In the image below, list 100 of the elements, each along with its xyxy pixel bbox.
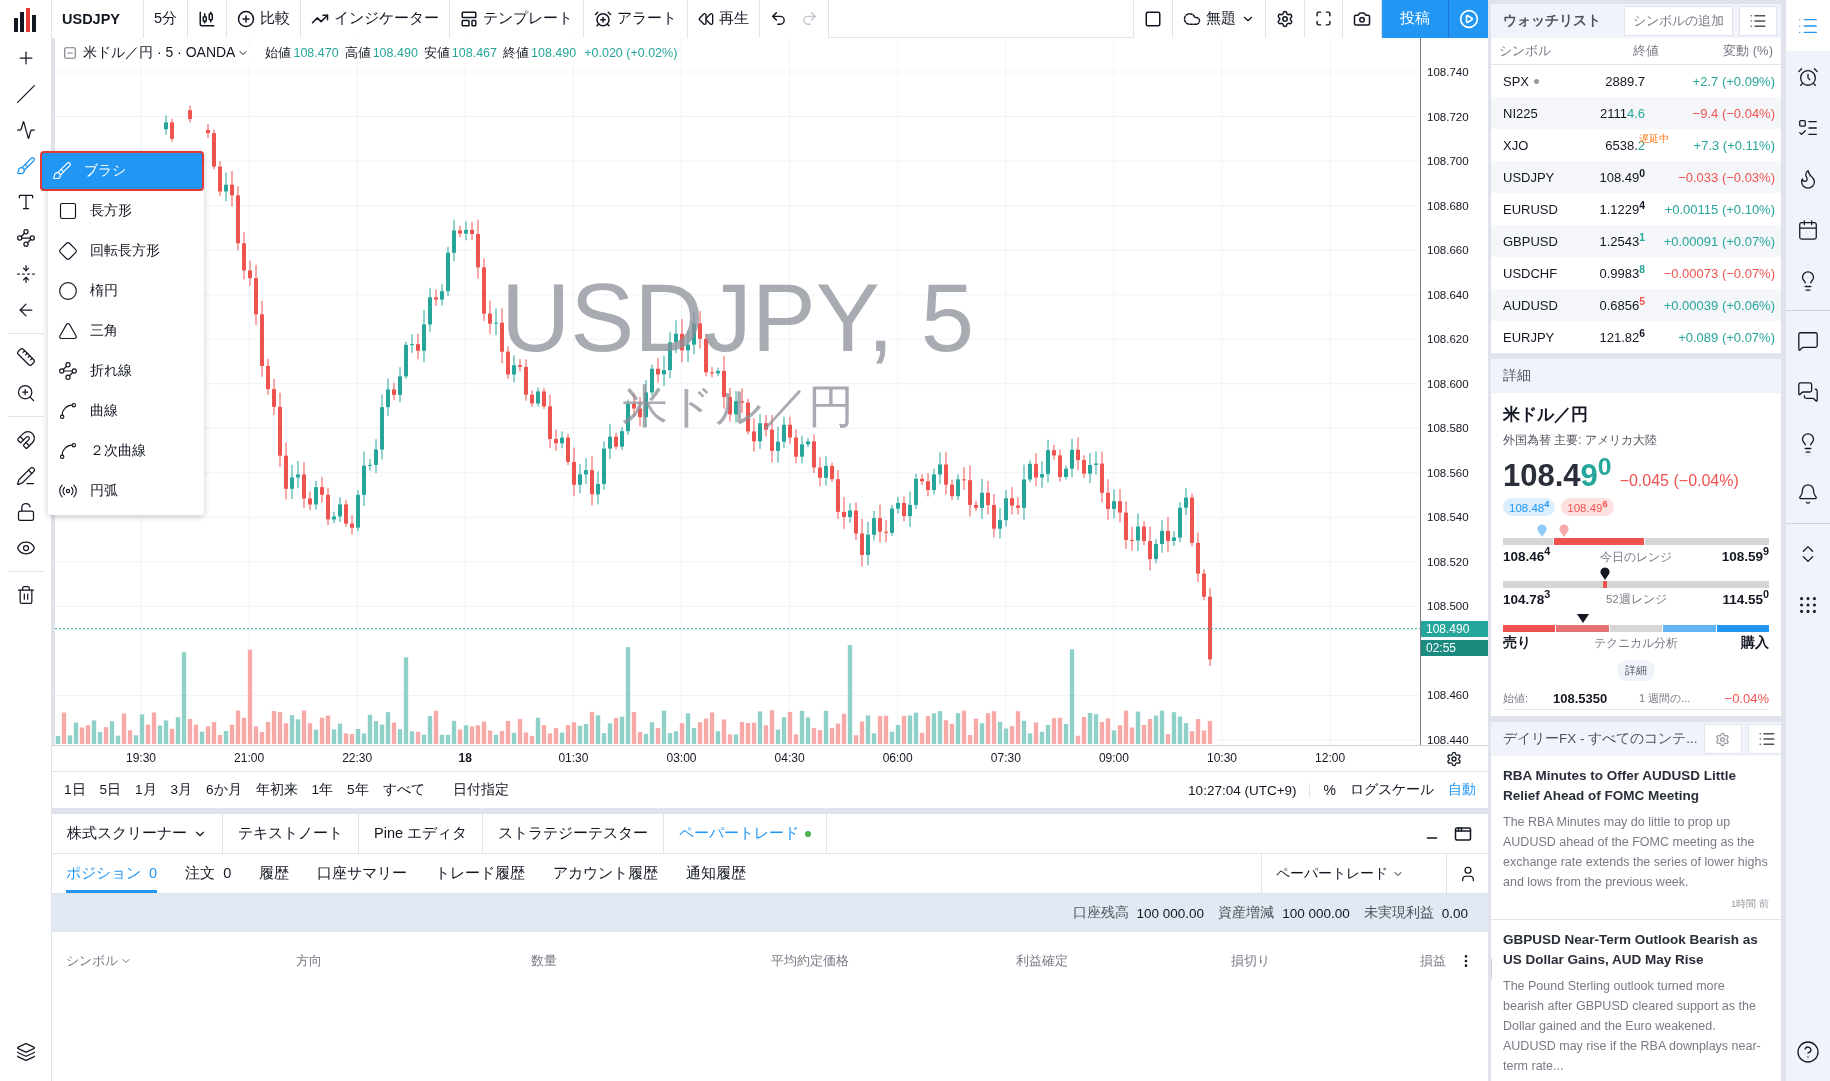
column-header[interactable]: シンボル (66, 952, 296, 970)
menu-item[interactable]: 円弧 (48, 471, 204, 511)
rectangle-icon (58, 201, 78, 221)
legend-change: +0.020 (+0.02%) (584, 46, 678, 60)
candlestick-drawing (164, 105, 210, 143)
time-label: 10:30 (1207, 751, 1237, 765)
range-label: 52週レンジ (1605, 592, 1667, 608)
watchlist-row[interactable]: NI225 21114.6 −9.4 (−0.04%) (1491, 97, 1781, 129)
summary-value: 0.00 (1441, 905, 1468, 921)
stat-change: −0.04% (1724, 691, 1769, 707)
range-button[interactable]: 年初来 (255, 781, 298, 799)
news-headline[interactable]: GBPUSD Near-Term Outlook Bearish as US Dollar Gains, AUD May Rise (1503, 930, 1769, 971)
scale-button[interactable]: % (1323, 782, 1336, 798)
add-symbol-button[interactable]: シンボルの追加 (1624, 6, 1733, 36)
range-button[interactable]: 5年 (347, 781, 369, 799)
sub-tab[interactable]: 通知履歴 (686, 854, 747, 893)
price-label: 108.720 (1427, 110, 1469, 123)
column-header: 数量 (531, 952, 558, 970)
price-label: 108.440 (1427, 734, 1469, 746)
fullscreen-icon[interactable] (1305, 0, 1343, 38)
summary-label: 未実現利益 (1363, 904, 1434, 922)
layout-name-button[interactable]: 無題 (1173, 0, 1266, 38)
candlestick-icon[interactable] (188, 0, 228, 38)
range-button[interactable]: 5日 (99, 781, 122, 799)
range-button[interactable]: 1月 (135, 781, 157, 799)
last-price: 108.49$^{0}$ (1503, 455, 1612, 495)
scale-button[interactable]: ログスケール (1350, 781, 1434, 799)
clock-text: 10:27:04 (UTC+9) (1188, 782, 1310, 798)
sub-tab[interactable]: 履歴 (259, 854, 290, 893)
price-label: 108.600 (1427, 377, 1469, 390)
watchlist-row[interactable]: AUDUSD 0.6856$^{5}$ +0.00039 (+0.06%) (1491, 289, 1781, 321)
date-range-button[interactable]: 日付指定 (452, 781, 509, 799)
range-button[interactable]: 3月 (170, 781, 193, 799)
column-header: 終値 (1632, 42, 1659, 60)
price-label: 108.680 (1427, 199, 1469, 212)
replay-button[interactable]: 再生 (688, 0, 761, 38)
column-header: 平均約定価格 (771, 952, 850, 970)
watchlist-row[interactable]: USDJPY 108.49$^{0}$ −0.033 (−0.03%) (1491, 161, 1781, 193)
symbol-button[interactable]: USDJPY (52, 0, 144, 38)
bid-price: 108.48$^{4}$ (1503, 498, 1556, 517)
menu-item[interactable]: 曲線 (48, 391, 204, 431)
list-icon[interactable] (1747, 724, 1781, 755)
legend-value: 108.490 (531, 46, 577, 60)
price-label: 108.500 (1427, 600, 1469, 613)
square-icon[interactable] (1133, 0, 1173, 38)
news-time: 1時間 前 (1731, 898, 1769, 912)
instrument-category: 外国為替 主要: アメリカ大陸 (1503, 432, 1658, 449)
legend-title[interactable]: 米ドル／円 · 5 · OANDA (83, 44, 236, 62)
play-icon[interactable] (1448, 0, 1488, 38)
ellipse-icon (58, 281, 78, 301)
alert-button[interactable]: アラート (584, 0, 689, 38)
range-button[interactable]: 1年 (311, 781, 334, 799)
time-label: 06:00 (882, 751, 913, 765)
stat-label: 始値: (1503, 691, 1530, 707)
column-header: 利益確定 (1016, 952, 1069, 970)
settings-icon[interactable] (1446, 750, 1462, 767)
compare-button[interactable]: 比較 (227, 0, 302, 38)
sub-tab[interactable]: 注文 0 (185, 854, 232, 893)
summary-value: 100 000.00 (1136, 905, 1205, 921)
range-button[interactable]: 6か月 (206, 781, 242, 799)
price-marker (1559, 524, 1570, 538)
sub-tab[interactable]: アカウント履歴 (553, 854, 659, 893)
interval-button[interactable]: 5分 (144, 0, 189, 38)
range-button[interactable]: すべて (382, 781, 425, 799)
menu-item[interactable]: ２次曲線 (48, 431, 204, 471)
range-button[interactable]: 1日 (64, 781, 86, 799)
details-button[interactable]: 詳細 (1617, 660, 1655, 682)
watchlist-row[interactable]: GBPUSD 1.2543$^{1}$ +0.00091 (+0.07%) (1491, 225, 1781, 257)
sell-label: 売り (1503, 634, 1531, 653)
time-label: 18 (458, 751, 472, 765)
price-label: 108.580 (1427, 422, 1469, 435)
templates-button[interactable]: テンプレート (450, 0, 585, 38)
price-change: −0.045 (−0.04%) (1619, 472, 1739, 491)
menu-item[interactable]: 折れ線 (48, 351, 204, 391)
list-icon[interactable] (1739, 6, 1777, 36)
technical-label: テクニカル分析 (1594, 635, 1678, 651)
summary-label: 口座残高 (1072, 904, 1129, 922)
triangle-icon (58, 321, 78, 341)
instrument-name: 米ドル／円 (1503, 404, 1589, 426)
camera-icon[interactable] (1343, 0, 1382, 38)
column-header: 方向 (296, 952, 323, 970)
price-marker (1536, 524, 1547, 538)
sub-tab[interactable]: トレード履歴 (435, 854, 526, 893)
indicators-button[interactable]: インジケーター (301, 0, 451, 38)
menu-item[interactable]: 長方形 (48, 191, 204, 231)
symbol-watermark: USDJPY, 5 (500, 270, 975, 366)
menu-item[interactable]: 回転長方形 (48, 231, 204, 271)
news-headline[interactable]: RBA Minutes to Offer AUDUSD Little Relief Ahead of FOMC Meeting (1503, 766, 1769, 807)
news-summary: The RBA Minutes may do little to prop up AUDUSD ahead of the FOMC meeting as the exchange rate extends the series of lower highs and lows from the previous week. (1503, 814, 1769, 892)
price-label: 108.620 (1427, 333, 1469, 346)
menu-item[interactable]: 三角 (48, 311, 204, 351)
stat-period: 1 週間の... (1638, 691, 1692, 707)
countdown-tag: 02:55 (1421, 639, 1488, 656)
sub-tab[interactable]: 口座サマリー (317, 854, 408, 893)
time-label: 03:00 (666, 751, 697, 765)
menu-item[interactable]: 楕円 (48, 271, 204, 311)
maximize-icon[interactable] (1454, 824, 1472, 843)
brush-icon (52, 161, 72, 181)
collapse-icon[interactable] (63, 46, 77, 60)
rewind-icon (698, 10, 715, 27)
